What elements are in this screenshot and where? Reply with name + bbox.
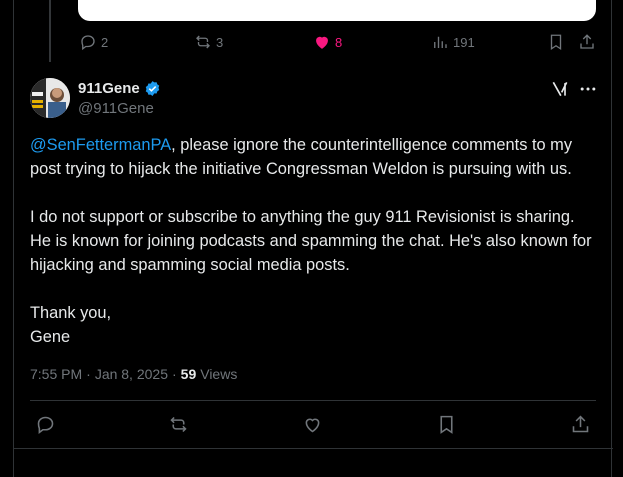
heart-icon — [316, 36, 328, 49]
share-button[interactable] — [570, 414, 591, 440]
previous-post-media[interactable] — [78, 0, 596, 21]
reply-count: 2 — [101, 34, 109, 50]
meta-separator: · — [86, 366, 91, 382]
heart-icon — [305, 418, 320, 433]
share-icon — [580, 34, 594, 49]
post-views-label: Views — [200, 366, 238, 382]
post-header: 911Gene @911Gene — [30, 78, 598, 120]
repost-button[interactable] — [168, 414, 189, 440]
share-icon — [572, 415, 589, 433]
reply-icon — [81, 35, 95, 51]
post-action-bar — [0, 414, 623, 438]
repost-icon — [196, 35, 210, 49]
post-meta: 7:55 PM · Jan 8, 2025 · 59 Views — [30, 366, 237, 382]
post-text: @SenFettermanPA, please ignore the count… — [30, 133, 600, 349]
views-chart-icon — [434, 36, 447, 48]
share-button[interactable] — [578, 33, 596, 51]
reply-icon — [37, 416, 54, 434]
bookmark-button[interactable] — [547, 33, 565, 51]
name-row: 911Gene — [78, 80, 161, 97]
reply-button[interactable]: 2 — [79, 33, 108, 51]
more-icon[interactable] — [578, 79, 598, 99]
bookmark-icon — [550, 34, 562, 51]
divider — [13, 448, 613, 449]
post-body: , please ignore the counterintelligence … — [30, 136, 592, 346]
grok-icon[interactable] — [550, 79, 570, 99]
divider — [30, 400, 596, 401]
reply-button[interactable] — [35, 414, 56, 440]
meta-separator: · — [171, 366, 177, 382]
bookmark-icon — [440, 415, 453, 434]
repost-button[interactable]: 3 — [194, 33, 223, 51]
post-time[interactable]: 7:55 PM — [30, 366, 82, 382]
verified-badge-icon — [145, 81, 159, 96]
bookmark-button[interactable] — [436, 414, 457, 440]
display-name[interactable]: 911Gene — [78, 80, 140, 97]
like-count: 8 — [335, 34, 343, 50]
mention-link[interactable]: @SenFettermanPA — [30, 136, 171, 154]
like-button[interactable] — [302, 414, 323, 440]
previous-post-action-bar: 2 3 8 191 — [0, 33, 623, 57]
user-handle[interactable]: @911Gene — [78, 100, 154, 117]
avatar[interactable] — [30, 78, 70, 118]
post-date[interactable]: Jan 8, 2025 — [95, 366, 168, 382]
like-button[interactable]: 8 — [313, 33, 342, 51]
avatar-image — [30, 78, 70, 118]
post-views-count: 59 — [180, 366, 197, 382]
views-button[interactable]: 191 — [431, 33, 475, 51]
repost-count: 3 — [216, 34, 224, 50]
repost-icon — [170, 416, 187, 433]
views-count: 191 — [453, 34, 475, 50]
